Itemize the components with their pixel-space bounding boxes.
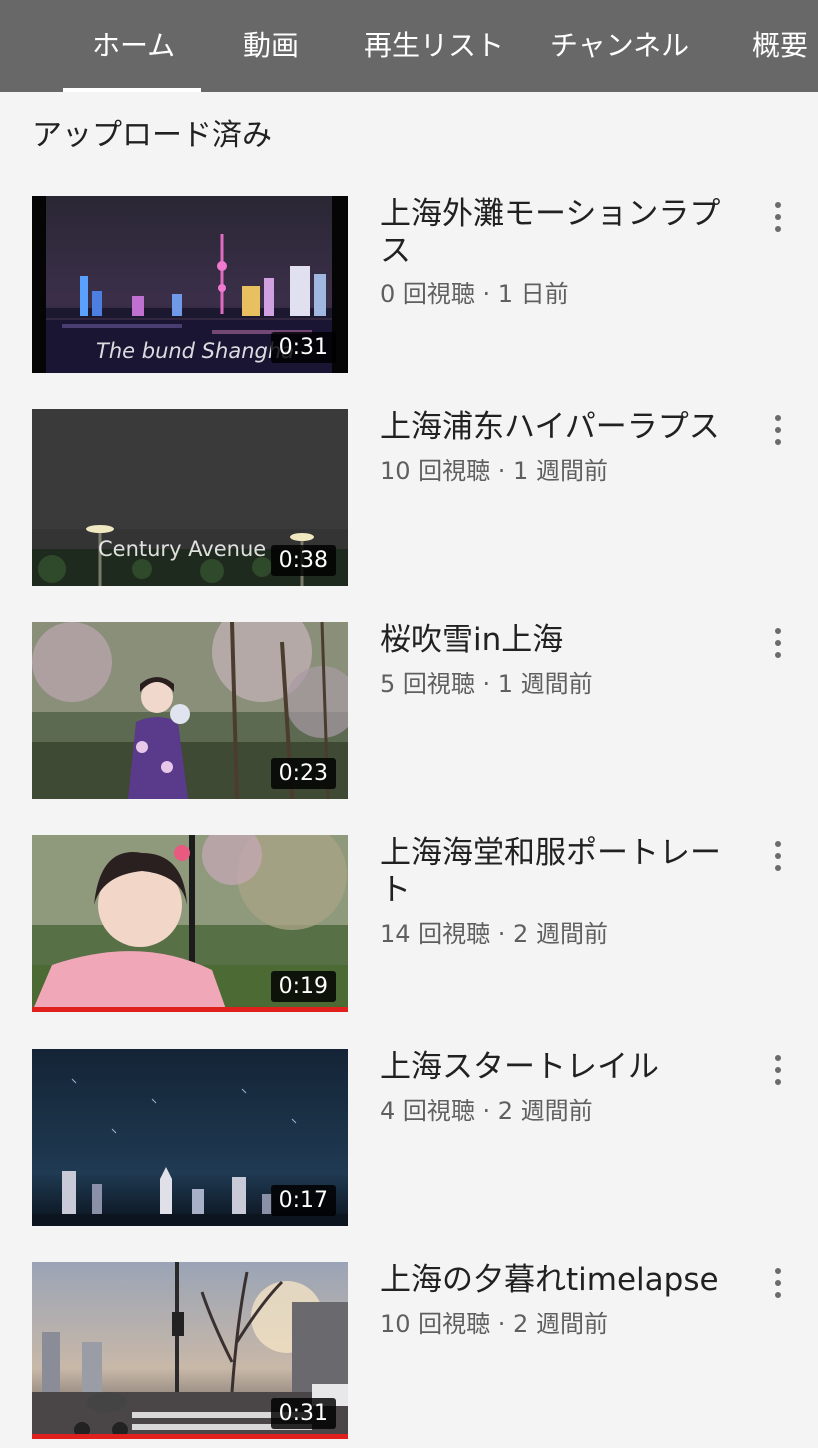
duration-badge: 0:23	[270, 758, 336, 789]
more-vert-icon[interactable]	[766, 1055, 790, 1085]
video-title[interactable]: 上海スタートレイル	[380, 1049, 740, 1086]
video-item[interactable]: 0:17 上海スタートレイル 4 回視聴 · 2 週間前	[0, 1049, 818, 1227]
video-thumbnail[interactable]: 0:31	[32, 1262, 348, 1439]
thumbnail-overlay-text: The bund Shangha	[96, 339, 295, 363]
watch-progress-bar	[32, 1434, 348, 1439]
thumbnail-overlay-text: Century Avenue	[98, 537, 267, 561]
duration-badge: 0:31	[270, 332, 336, 363]
video-meta: 10 回視聴 · 2 週間前	[380, 1310, 608, 1338]
video-title[interactable]: 上海外灘モーションラプス	[380, 196, 740, 270]
more-vert-icon[interactable]	[766, 1268, 790, 1298]
active-tab-indicator	[63, 88, 201, 92]
video-item[interactable]: Century Avenue 0:38 上海浦东ハイパーラプス 10 回視聴 ·…	[0, 409, 818, 587]
video-meta: 10 回視聴 · 1 週間前	[380, 457, 608, 485]
video-thumbnail[interactable]: 0:23	[32, 622, 348, 799]
section-title: アップロード済み	[32, 118, 272, 153]
tab-about[interactable]: 概要	[752, 0, 808, 92]
video-title[interactable]: 上海浦东ハイパーラプス	[380, 409, 740, 446]
video-meta: 5 回視聴 · 1 週間前	[380, 670, 593, 698]
video-title[interactable]: 上海海堂和服ポートレート	[380, 835, 740, 909]
video-item[interactable]: 0:19 上海海堂和服ポートレート 14 回視聴 · 2 週間前	[0, 835, 818, 1013]
video-thumbnail[interactable]: 0:17	[32, 1049, 348, 1226]
duration-badge: 0:38	[270, 545, 336, 576]
more-vert-icon[interactable]	[766, 415, 790, 445]
video-meta: 0 回視聴 · 1 日前	[380, 280, 569, 308]
channel-tab-bar: ホーム 動画 再生リスト チャンネル 概要	[0, 0, 818, 92]
video-thumbnail[interactable]: Century Avenue 0:38	[32, 409, 348, 586]
duration-badge: 0:19	[270, 971, 336, 1002]
tab-home[interactable]: ホーム	[92, 0, 175, 92]
more-vert-icon[interactable]	[766, 841, 790, 871]
video-title[interactable]: 上海の夕暮れtimelapse	[380, 1262, 740, 1299]
tab-channels[interactable]: チャンネル	[550, 0, 689, 92]
more-vert-icon[interactable]	[766, 202, 790, 232]
video-item[interactable]: The bund Shangha 0:31 上海外灘モーションラプス 0 回視聴…	[0, 196, 818, 374]
video-thumbnail[interactable]: 0:19	[32, 835, 348, 1012]
video-meta: 4 回視聴 · 2 週間前	[380, 1097, 593, 1125]
video-meta: 14 回視聴 · 2 週間前	[380, 920, 608, 948]
tab-videos[interactable]: 動画	[243, 0, 299, 92]
duration-badge: 0:31	[270, 1398, 336, 1429]
video-thumbnail[interactable]: The bund Shangha 0:31	[32, 196, 348, 373]
video-item[interactable]: 0:31 上海の夕暮れtimelapse 10 回視聴 · 2 週間前	[0, 1262, 818, 1440]
tab-playlists[interactable]: 再生リスト	[364, 0, 504, 92]
duration-badge: 0:17	[270, 1185, 336, 1216]
video-item[interactable]: 0:23 桜吹雪in上海 5 回視聴 · 1 週間前	[0, 622, 818, 800]
video-title[interactable]: 桜吹雪in上海	[380, 622, 740, 659]
more-vert-icon[interactable]	[766, 628, 790, 658]
watch-progress-bar	[32, 1007, 348, 1012]
